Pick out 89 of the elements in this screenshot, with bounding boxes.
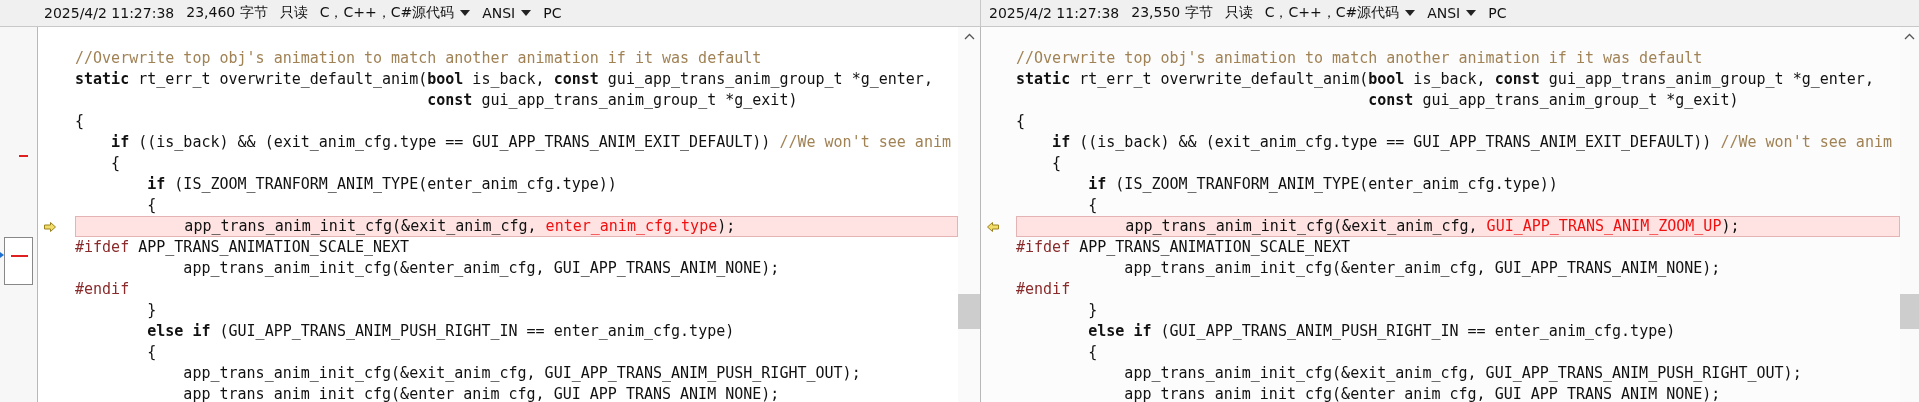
code-text: app_trans_anim_init_cfg(&exit_anim_cfg, GUI_APP_TRANS_ANIM_PUSH_RIGHT_OUT); bbox=[182, 364, 861, 382]
code-keyword: if bbox=[1051, 133, 1071, 151]
preprocessor-directive: #ifdef bbox=[1016, 238, 1071, 256]
code-text: ); bbox=[1721, 217, 1740, 235]
code-keyword: static bbox=[75, 70, 130, 88]
code-text: app_trans_anim_init_cfg(&exit_anim_cfg, bbox=[183, 217, 538, 235]
file-timestamp: 2025/4/2 11:27:38 bbox=[44, 5, 175, 21]
code-text: (GUI_APP_TRANS_ANIM_PUSH_RIGHT_IN == enter_anim_cfg.type) bbox=[1159, 322, 1676, 340]
code-keyword: else if bbox=[146, 322, 211, 340]
code-text: rt_err_t overwrite_default_anim( bbox=[137, 70, 428, 88]
caret-icon bbox=[460, 10, 471, 16]
code-text: app_trans_anim_init_cfg(&exit_anim_cfg, bbox=[1124, 217, 1479, 235]
code-text: { bbox=[1016, 112, 1026, 130]
vertical-scrollbar[interactable] bbox=[958, 27, 980, 402]
preprocessor-directive: #endif bbox=[1016, 280, 1071, 298]
file-timestamp: 2025/4/2 11:27:38 bbox=[989, 5, 1120, 21]
code-text: ((is_back) && (exit_anim_cfg.type == GUI_APP_TRANS_ANIM_EXIT_DEFAULT)) bbox=[137, 133, 772, 151]
code-text: gui_app_trans_anim_group_t *g_enter, bbox=[606, 70, 933, 88]
code-text: { bbox=[1087, 196, 1098, 214]
file-size: 23,550 字节 bbox=[1131, 4, 1213, 22]
code-keyword: const bbox=[553, 70, 599, 88]
read-only-label: 只读 bbox=[1224, 4, 1253, 22]
code-text: { bbox=[110, 154, 121, 172]
encoding-dropdown[interactable]: ANSI bbox=[1427, 5, 1477, 21]
scroll-up-icon[interactable] bbox=[963, 33, 975, 40]
code-text: ); bbox=[717, 217, 736, 235]
code-text: app_trans_anim_init_cfg(&enter_anim_cfg, GUI_APP_TRANS_ANIM_NONE); bbox=[1123, 385, 1721, 402]
code-text: } bbox=[146, 301, 157, 319]
overview-viewport[interactable] bbox=[4, 237, 33, 285]
scrollbar-thumb[interactable] bbox=[1900, 294, 1919, 329]
code-text: (GUI_APP_TRANS_ANIM_PUSH_RIGHT_IN == enter_anim_cfg.type) bbox=[218, 322, 735, 340]
language-dropdown[interactable]: C，C++，C#源代码 bbox=[1264, 4, 1416, 22]
code-text: { bbox=[75, 112, 85, 130]
preprocessor-directive: #ifdef bbox=[75, 238, 130, 256]
arrow-icon[interactable] bbox=[44, 221, 56, 232]
arrow-icon[interactable] bbox=[987, 221, 999, 232]
code-keyword: bool bbox=[427, 70, 464, 88]
preprocessor-directive: #endif bbox=[75, 280, 130, 298]
code-text: app_trans_anim_init_cfg(&enter_anim_cfg, GUI_APP_TRANS_ANIM_NONE); bbox=[182, 385, 780, 402]
code-text: ((is_back) && (exit_anim_cfg.type == GUI_APP_TRANS_ANIM_EXIT_DEFAULT)) bbox=[1078, 133, 1713, 151]
scroll-up-icon[interactable] bbox=[1904, 33, 1915, 40]
code-text: { bbox=[1087, 343, 1098, 361]
code-text: (IS_ZOOM_TRANFORM_ANIM_TYPE(enter_anim_cfg.type)) bbox=[1114, 175, 1558, 193]
code-text: APP_TRANS_ANIMATION_SCALE_NEXT bbox=[137, 238, 410, 256]
code-keyword: if bbox=[110, 133, 130, 151]
code-text: } bbox=[1087, 301, 1098, 319]
code-keyword: else if bbox=[1087, 322, 1152, 340]
read-only-label: 只读 bbox=[279, 4, 308, 22]
code-keyword: const bbox=[1494, 70, 1540, 88]
code-keyword: if bbox=[1087, 175, 1107, 193]
code-comment: //We won't see anim bbox=[1720, 133, 1892, 151]
diff-overview-strip[interactable] bbox=[0, 27, 38, 402]
code-text: gui_app_trans_anim_group_t *g_exit) bbox=[1421, 91, 1739, 109]
code-text: APP_TRANS_ANIMATION_SCALE_NEXT bbox=[1078, 238, 1351, 256]
file-size: 23,460 字节 bbox=[186, 4, 268, 22]
code-text: { bbox=[1051, 154, 1062, 172]
scrollbar-thumb[interactable] bbox=[958, 294, 980, 329]
changed-text: enter_anim_cfg.type bbox=[545, 217, 718, 235]
code-keyword: const bbox=[426, 91, 473, 109]
code-keyword: if bbox=[146, 175, 166, 193]
code-keyword: const bbox=[1367, 91, 1414, 109]
encoding-dropdown[interactable]: ANSI bbox=[482, 5, 532, 21]
code-comment: //We won't see anim bbox=[779, 133, 951, 151]
code-keyword: bool bbox=[1368, 70, 1405, 88]
line-ending-label: PC bbox=[543, 5, 562, 21]
language-dropdown[interactable]: C，C++，C#源代码 bbox=[319, 4, 471, 22]
code-comment: //Overwrite top obj's animation to match another animation if it was default bbox=[75, 49, 762, 67]
difference-marker-icon bbox=[19, 155, 28, 157]
code-text: is_back, bbox=[1412, 70, 1487, 88]
caret-icon bbox=[1466, 10, 1477, 16]
code-text: rt_err_t overwrite_default_anim( bbox=[1078, 70, 1369, 88]
code-text: { bbox=[146, 196, 157, 214]
code-text: app_trans_anim_init_cfg(&enter_anim_cfg, GUI_APP_TRANS_ANIM_NONE); bbox=[1123, 259, 1721, 277]
code-comment: //Overwrite top obj's animation to match another animation if it was default bbox=[1016, 49, 1703, 67]
code-text: gui_app_trans_anim_group_t *g_exit) bbox=[480, 91, 798, 109]
code-text: gui_app_trans_anim_group_t *g_enter, bbox=[1547, 70, 1874, 88]
code-text: is_back, bbox=[471, 70, 546, 88]
line-ending-label: PC bbox=[1488, 5, 1507, 21]
vertical-scrollbar[interactable] bbox=[1900, 27, 1919, 402]
code-text: (IS_ZOOM_TRANFORM_ANIM_TYPE(enter_anim_cfg.type)) bbox=[173, 175, 617, 193]
code-keyword: static bbox=[1016, 70, 1071, 88]
difference-marker-icon bbox=[11, 255, 28, 257]
code-text: app_trans_anim_init_cfg(&exit_anim_cfg, GUI_APP_TRANS_ANIM_PUSH_RIGHT_OUT); bbox=[1123, 364, 1802, 382]
code-editor[interactable] bbox=[980, 27, 1900, 402]
caret-icon bbox=[521, 10, 532, 16]
code-text: { bbox=[146, 343, 157, 361]
changed-text: GUI_APP_TRANS_ANIM_ZOOM_UP bbox=[1486, 217, 1722, 235]
caret-icon bbox=[1405, 10, 1416, 16]
code-text: app_trans_anim_init_cfg(&enter_anim_cfg, GUI_APP_TRANS_ANIM_NONE); bbox=[182, 259, 780, 277]
